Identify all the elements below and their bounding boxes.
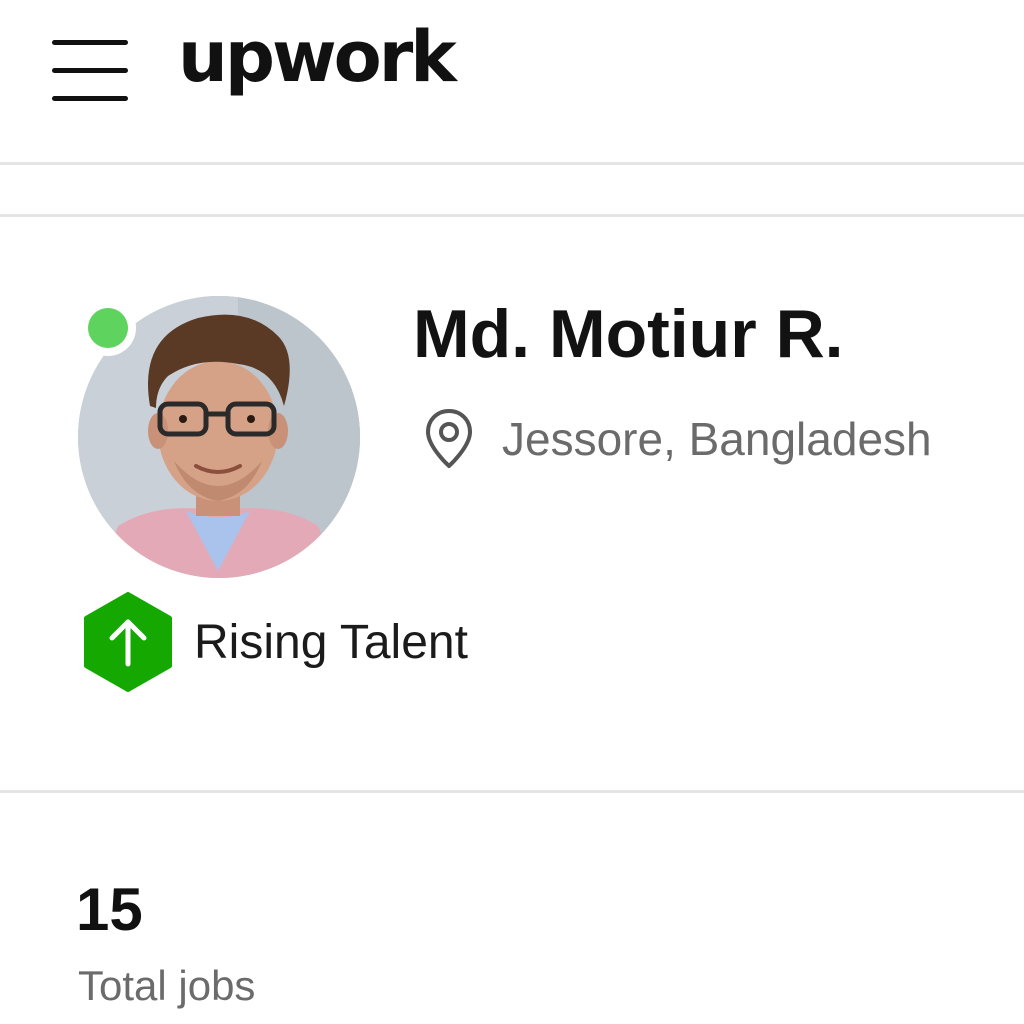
total-jobs-label: Total jobs xyxy=(78,962,256,1009)
app-header: upwork xyxy=(0,0,1024,163)
stats-divider xyxy=(0,790,1024,793)
section-divider xyxy=(0,214,1024,217)
profile-location: Jessore, Bangladesh xyxy=(424,408,932,470)
profile-page: upwork Md. Motiur R. Jessore, Bangladesh… xyxy=(0,0,1024,1024)
header-divider xyxy=(0,162,1024,165)
online-status-indicator xyxy=(80,300,136,356)
profile-name: Md. Motiur R. xyxy=(413,296,844,372)
location-pin-icon xyxy=(426,409,472,468)
upwork-logo[interactable]: upwork xyxy=(178,22,457,92)
total-jobs-value: 15 xyxy=(76,876,143,943)
hamburger-menu-icon[interactable] xyxy=(50,40,130,102)
badge-label: Rising Talent xyxy=(194,615,468,669)
rising-talent-arrow-up-icon xyxy=(84,592,172,692)
rising-talent-badge[interactable]: Rising Talent xyxy=(82,592,468,692)
location-text: Jessore, Bangladesh xyxy=(502,413,932,465)
